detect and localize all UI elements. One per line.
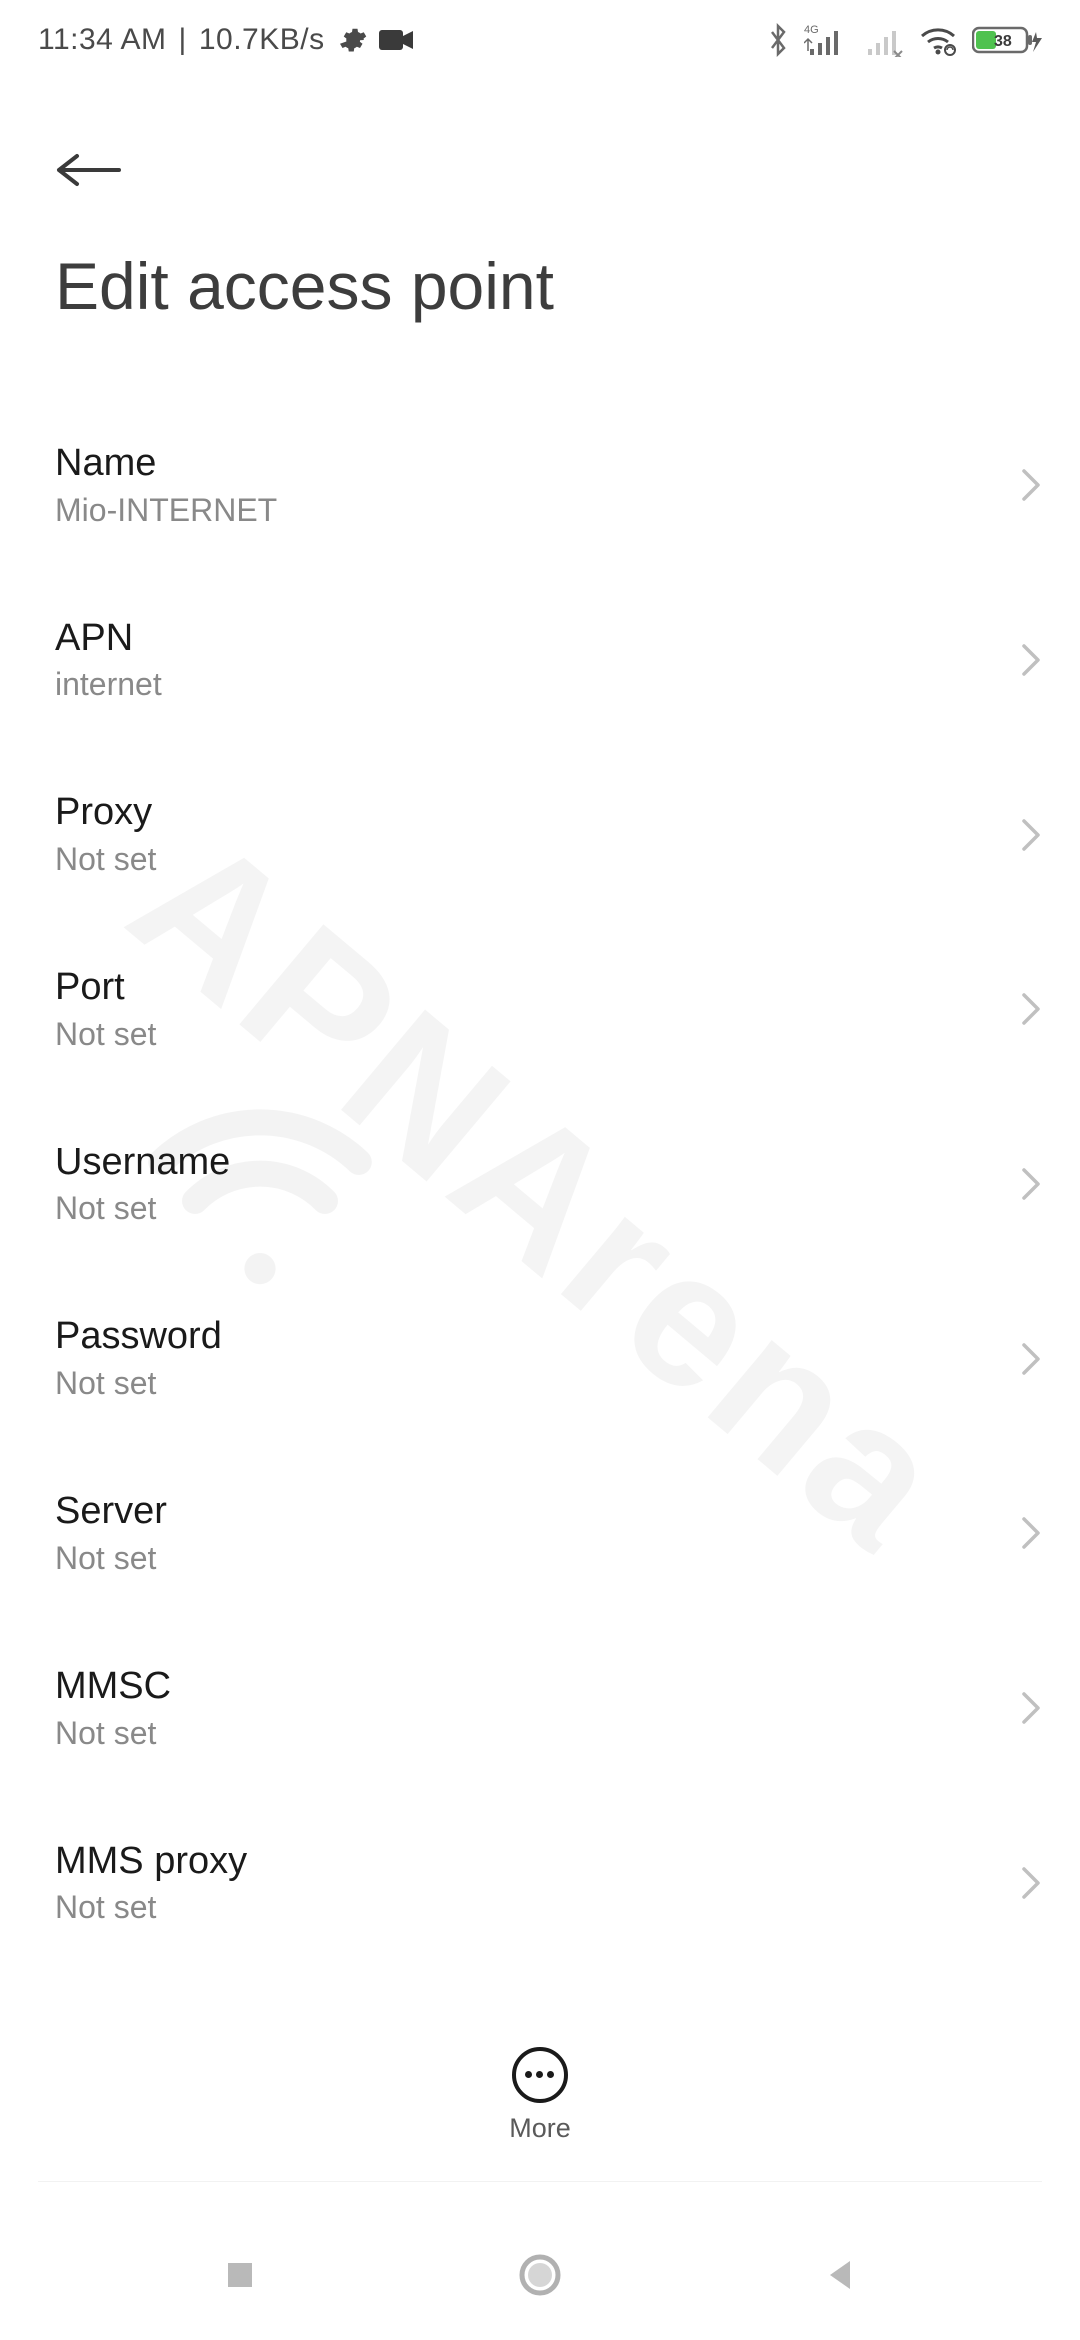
signal-4g-icon: 4G — [804, 23, 850, 57]
header — [55, 135, 135, 205]
setting-name[interactable]: Name Mio-INTERNET — [0, 398, 1080, 573]
setting-label: MMS proxy — [55, 1840, 990, 1884]
setting-value: Not set — [55, 1016, 990, 1053]
chevron-right-icon — [1020, 642, 1042, 678]
chevron-right-icon — [1020, 991, 1042, 1027]
setting-label: APN — [55, 617, 990, 661]
setting-value: Not set — [55, 1889, 990, 1926]
chevron-right-icon — [1020, 1341, 1042, 1377]
setting-mmsc[interactable]: MMSC Not set — [0, 1621, 1080, 1796]
svg-text:4G: 4G — [804, 24, 819, 36]
setting-value: Mio-INTERNET — [55, 492, 990, 529]
setting-label: Port — [55, 966, 990, 1010]
nav-home-button[interactable] — [480, 2235, 600, 2315]
setting-port[interactable]: Port Not set — [0, 922, 1080, 1097]
back-button[interactable] — [55, 135, 135, 205]
battery-icon: 38 — [972, 24, 1042, 56]
status-bar: 11:34 AM | 10.7KB/s 4G — [0, 0, 1080, 80]
svg-text:38: 38 — [994, 33, 1012, 50]
chevron-right-icon — [1020, 1690, 1042, 1726]
setting-value: Not set — [55, 841, 990, 878]
chevron-right-icon — [1020, 467, 1042, 503]
setting-value: internet — [55, 666, 990, 703]
system-nav-bar — [0, 2210, 1080, 2340]
setting-server[interactable]: Server Not set — [0, 1446, 1080, 1621]
status-right: 4G — [766, 23, 1042, 57]
setting-label: Name — [55, 442, 990, 486]
chevron-right-icon — [1020, 1865, 1042, 1901]
status-time: 11:34 AM — [38, 23, 167, 57]
setting-value: Not set — [55, 1365, 990, 1402]
setting-value: Not set — [55, 1715, 990, 1752]
signal-nosim-icon — [864, 23, 904, 57]
setting-label: MMSC — [55, 1665, 990, 1709]
setting-value: Not set — [55, 1540, 990, 1577]
setting-label: Password — [55, 1315, 990, 1359]
setting-label: Proxy — [55, 791, 990, 835]
setting-username[interactable]: Username Not set — [0, 1097, 1080, 1272]
nav-recents-button[interactable] — [180, 2235, 300, 2315]
setting-apn[interactable]: APN internet — [0, 573, 1080, 748]
nav-back-button[interactable] — [780, 2235, 900, 2315]
setting-proxy[interactable]: Proxy Not set — [0, 747, 1080, 922]
wifi-icon — [918, 24, 958, 56]
more-button[interactable]: More — [509, 2047, 571, 2144]
video-camera-icon — [379, 28, 413, 52]
chevron-right-icon — [1020, 817, 1042, 853]
chevron-right-icon — [1020, 1515, 1042, 1551]
setting-password[interactable]: Password Not set — [0, 1271, 1080, 1446]
gear-icon — [337, 25, 367, 55]
bluetooth-icon — [766, 23, 790, 57]
bottom-bar: More — [0, 2010, 1080, 2180]
more-icon — [512, 2047, 568, 2103]
status-net-speed: 10.7KB/s — [199, 23, 325, 57]
more-label: More — [509, 2113, 571, 2144]
setting-label: Server — [55, 1490, 990, 1534]
status-separator: | — [179, 23, 187, 57]
setting-value: Not set — [55, 1190, 990, 1227]
status-left: 11:34 AM | 10.7KB/s — [38, 23, 413, 57]
setting-mms-proxy[interactable]: MMS proxy Not set — [0, 1796, 1080, 1971]
bottom-divider — [38, 2181, 1042, 2182]
chevron-right-icon — [1020, 1166, 1042, 1202]
page-title: Edit access point — [55, 248, 554, 324]
setting-label: Username — [55, 1141, 990, 1185]
